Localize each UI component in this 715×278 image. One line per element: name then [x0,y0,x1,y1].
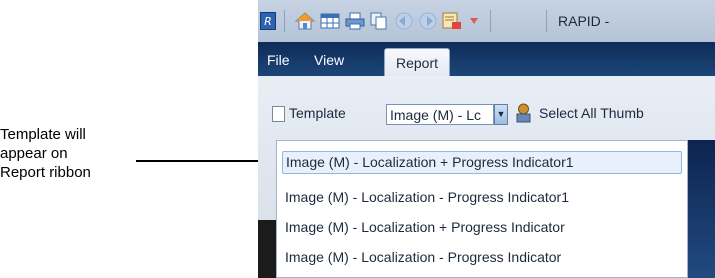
tab-view[interactable]: View [314,52,344,68]
window-title: RAPID - [558,13,610,29]
template-icon [268,104,285,122]
report-icon[interactable] [442,12,462,30]
print-icon[interactable] [345,12,365,30]
app-window: R RAPID - File View Report Template Imag… [258,0,715,278]
callout-text: Template will appear on Report ribbon [0,125,160,182]
dropdown-arrow-icon[interactable] [469,17,479,25]
tab-report[interactable]: Report [384,48,451,76]
background-panel-left [258,220,276,278]
select-all-thumbnails-button[interactable]: Select All Thumb [539,105,644,121]
template-label: Template [289,105,346,121]
select-all-thumbnails-icon[interactable] [515,103,532,123]
callout-line-1: Template will [0,126,86,143]
template-combobox[interactable]: Image (M) - Lc [386,104,494,125]
copy-icon[interactable] [370,12,388,30]
tab-file[interactable]: File [267,52,290,68]
template-combobox-value: Image (M) - Lc [390,107,482,123]
dropdown-option-1[interactable]: Image (M) - Localization + Progress Indi… [282,151,682,174]
app-logo-icon[interactable]: R [260,12,276,30]
back-icon[interactable] [394,12,414,30]
dropdown-option-3[interactable]: Image (M) - Localization + Progress Indi… [282,216,568,239]
callout-line-3: Report ribbon [0,164,91,181]
dropdown-option-4[interactable]: Image (M) - Localization - Progress Indi… [282,246,564,269]
toolbar-separator [490,10,491,32]
quick-access-toolbar: R RAPID - [258,0,715,42]
home-icon[interactable] [295,12,315,30]
dropdown-option-2[interactable]: Image (M) - Localization - Progress Indi… [282,186,572,209]
template-dropdown-button[interactable]: ▼ [494,104,508,125]
template-dropdown-list: Image (M) - Localization + Progress Indi… [276,140,688,278]
forward-icon[interactable] [418,12,438,30]
toolbar-separator [546,10,547,32]
grid-icon[interactable] [320,12,340,30]
svg-text:R: R [264,15,272,28]
background-panel [688,140,715,278]
ribbon-tab-bar: File View Report [258,42,715,76]
toolbar-separator [284,10,285,32]
